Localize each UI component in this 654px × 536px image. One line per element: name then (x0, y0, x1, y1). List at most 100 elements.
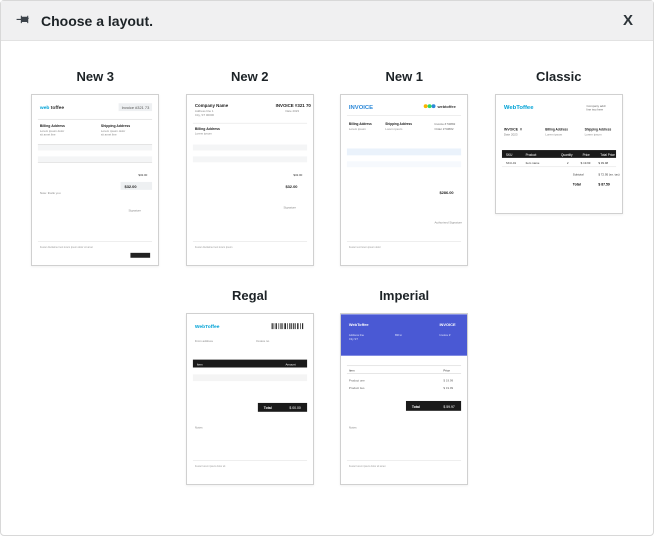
svg-text:$ 19.99: $ 19.99 (580, 161, 590, 165)
svg-text:Lorem ipsum: Lorem ipsum (349, 127, 367, 131)
svg-text:webtoffee: webtoffee (437, 104, 457, 109)
svg-text:Notes: Notes (195, 426, 203, 430)
svg-text:Order # 53882: Order # 53882 (435, 127, 454, 131)
layout-option-new1[interactable]: New 1 INVOICE webtoffee Billing Address … (340, 69, 469, 266)
svg-text:Address line: Address line (349, 333, 365, 337)
layout-option-new3[interactable]: New 3 webtoffee Invoice #321 73 Billing … (31, 69, 160, 266)
svg-text:SKU-01: SKU-01 (506, 161, 517, 165)
svg-text:$32.00: $32.00 (139, 173, 148, 177)
svg-text:Date 2023: Date 2023 (285, 109, 299, 113)
svg-text:Note: thank you: Note: thank you (40, 191, 61, 195)
svg-text:$ 39.98: $ 39.98 (598, 161, 608, 165)
svg-text:Lorem ipsum: Lorem ipsum (584, 132, 602, 136)
svg-text:$286.00: $286.00 (440, 190, 455, 195)
modal-title: Choose a layout. (41, 13, 617, 29)
svg-text:Item: Item (197, 363, 203, 367)
layout-thumb-new2: Company Name Address line 1 City, ST 000… (186, 94, 314, 266)
choose-layout-modal: Choose a layout. X New 3 webtoffee Invoi… (0, 0, 654, 536)
svg-text:Product one: Product one (349, 378, 365, 382)
svg-text:Invoice no: Invoice no (256, 339, 270, 343)
svg-text:Footer disclaimer text lorem i: Footer disclaimer text lorem ipsum (195, 246, 233, 249)
svg-text:INVOICE: INVOICE (349, 105, 373, 111)
layout-thumb-classic: WebToffee Company addr line two here INV… (495, 94, 623, 214)
svg-text:Shipping Address: Shipping Address (101, 124, 130, 128)
svg-text:Invoice #: Invoice # (440, 333, 451, 337)
svg-text:$ 87.59: $ 87.59 (598, 182, 610, 186)
svg-text:Product: Product (525, 153, 536, 157)
svg-text:Footer lorem ipsum dolor sit a: Footer lorem ipsum dolor sit amet (349, 465, 386, 468)
layout-label: New 2 (231, 69, 269, 84)
layout-thumb-new3: webtoffee Invoice #321 73 Billing Addres… (31, 94, 159, 266)
svg-text:Shipping Address: Shipping Address (386, 122, 413, 126)
svg-text:Shipping Address: Shipping Address (584, 127, 611, 131)
svg-text:Signature: Signature (129, 209, 142, 213)
svg-text:WebToffee: WebToffee (349, 322, 370, 327)
svg-text:Billing Address: Billing Address (40, 124, 65, 128)
svg-text:Signature: Signature (283, 206, 296, 210)
svg-text:Product two: Product two (349, 386, 365, 390)
svg-text:Company Name: Company Name (195, 103, 229, 108)
layout-label: Regal (232, 288, 267, 303)
svg-text:SKU: SKU (506, 153, 513, 157)
layout-option-new2[interactable]: New 2 Company Name Address line 1 City, … (186, 69, 315, 266)
svg-text:Bill to: Bill to (395, 333, 402, 337)
layout-option-imperial[interactable]: Imperial WebToffee INVOICE Address line … (340, 288, 469, 485)
svg-text:Invoice #321 73: Invoice #321 73 (122, 105, 151, 110)
svg-text:Billing Address: Billing Address (195, 127, 220, 131)
pin-icon (15, 12, 33, 30)
layout-grid: New 3 webtoffee Invoice #321 73 Billing … (31, 69, 623, 485)
svg-text:City ST: City ST (349, 337, 358, 341)
svg-text:Amount: Amount (285, 363, 295, 367)
svg-text:$ 19.99: $ 19.99 (444, 386, 454, 390)
svg-text:Subtotal: Subtotal (573, 173, 584, 177)
svg-text:$ 19.99: $ 19.99 (444, 378, 454, 382)
svg-text:Price: Price (582, 153, 589, 157)
svg-text:line two here: line two here (586, 108, 603, 112)
svg-text:Date 2023: Date 2023 (504, 132, 518, 136)
svg-text:toffee: toffee (51, 105, 65, 111)
svg-text:WebToffee: WebToffee (195, 324, 220, 330)
svg-text:Footer disclaimer text lorem i: Footer disclaimer text lorem ipsum dolor… (40, 246, 93, 249)
layout-label: Classic (536, 69, 582, 84)
svg-text:INVOICE #: INVOICE # (504, 127, 522, 131)
layout-label: New 1 (385, 69, 423, 84)
modal-header: Choose a layout. X (1, 1, 653, 41)
svg-text:web: web (39, 105, 50, 111)
svg-text:City, ST 00000: City, ST 00000 (195, 113, 215, 117)
layout-label: New 3 (76, 69, 114, 84)
svg-text:Price: Price (444, 368, 451, 372)
close-button[interactable]: X (617, 8, 639, 33)
svg-text:Total Price: Total Price (600, 153, 615, 157)
svg-text:Invoice # 53882: Invoice # 53882 (435, 122, 456, 126)
svg-text:$32.00: $32.00 (125, 184, 138, 189)
svg-text:Total: Total (573, 182, 581, 186)
svg-text:INVOICE: INVOICE (440, 322, 457, 327)
svg-text:$ 72.95 (ex. tax): $ 72.95 (ex. tax) (598, 173, 619, 177)
svg-text:Item: Item (349, 368, 355, 372)
svg-text:Total: Total (412, 405, 420, 409)
svg-text:From address: From address (195, 339, 214, 343)
svg-text:WebToffee: WebToffee (504, 105, 534, 111)
svg-text:Footer text lorem ipsum dolor: Footer text lorem ipsum dolor (349, 246, 381, 249)
svg-text:Total: Total (264, 406, 272, 410)
svg-text:Billing Address: Billing Address (349, 122, 372, 126)
svg-text:Quantity: Quantity (561, 153, 573, 157)
layout-option-classic[interactable]: Classic WebToffee Company addr line two … (495, 69, 624, 266)
modal-body: New 3 webtoffee Invoice #321 73 Billing … (1, 41, 653, 535)
svg-text:Lorem ipsum: Lorem ipsum (386, 127, 404, 131)
svg-text:Lorem ipsum: Lorem ipsum (195, 132, 213, 136)
svg-text:Lorem ipsum: Lorem ipsum (545, 132, 563, 136)
svg-text:sit amet line: sit amet line (40, 133, 56, 137)
svg-text:INVOICE #321 70: INVOICE #321 70 (275, 103, 311, 108)
svg-text:Billing Address: Billing Address (545, 127, 568, 131)
svg-text:$ 00.00: $ 00.00 (289, 406, 301, 410)
svg-text:$32.00: $32.00 (285, 184, 298, 189)
layout-thumb-imperial: WebToffee INVOICE Address line City ST B… (340, 313, 468, 485)
svg-text:Authorised Signature: Authorised Signature (435, 220, 463, 224)
layout-label: Imperial (379, 288, 429, 303)
svg-text:Item name: Item name (525, 161, 539, 165)
layout-option-regal[interactable]: Regal WebToffee From address Invoice no … (186, 288, 315, 485)
svg-text:sit amet line: sit amet line (101, 133, 117, 137)
svg-text:$ 59.97: $ 59.97 (444, 405, 456, 409)
svg-text:Footer lorem ipsum dolor sit: Footer lorem ipsum dolor sit (195, 465, 226, 468)
